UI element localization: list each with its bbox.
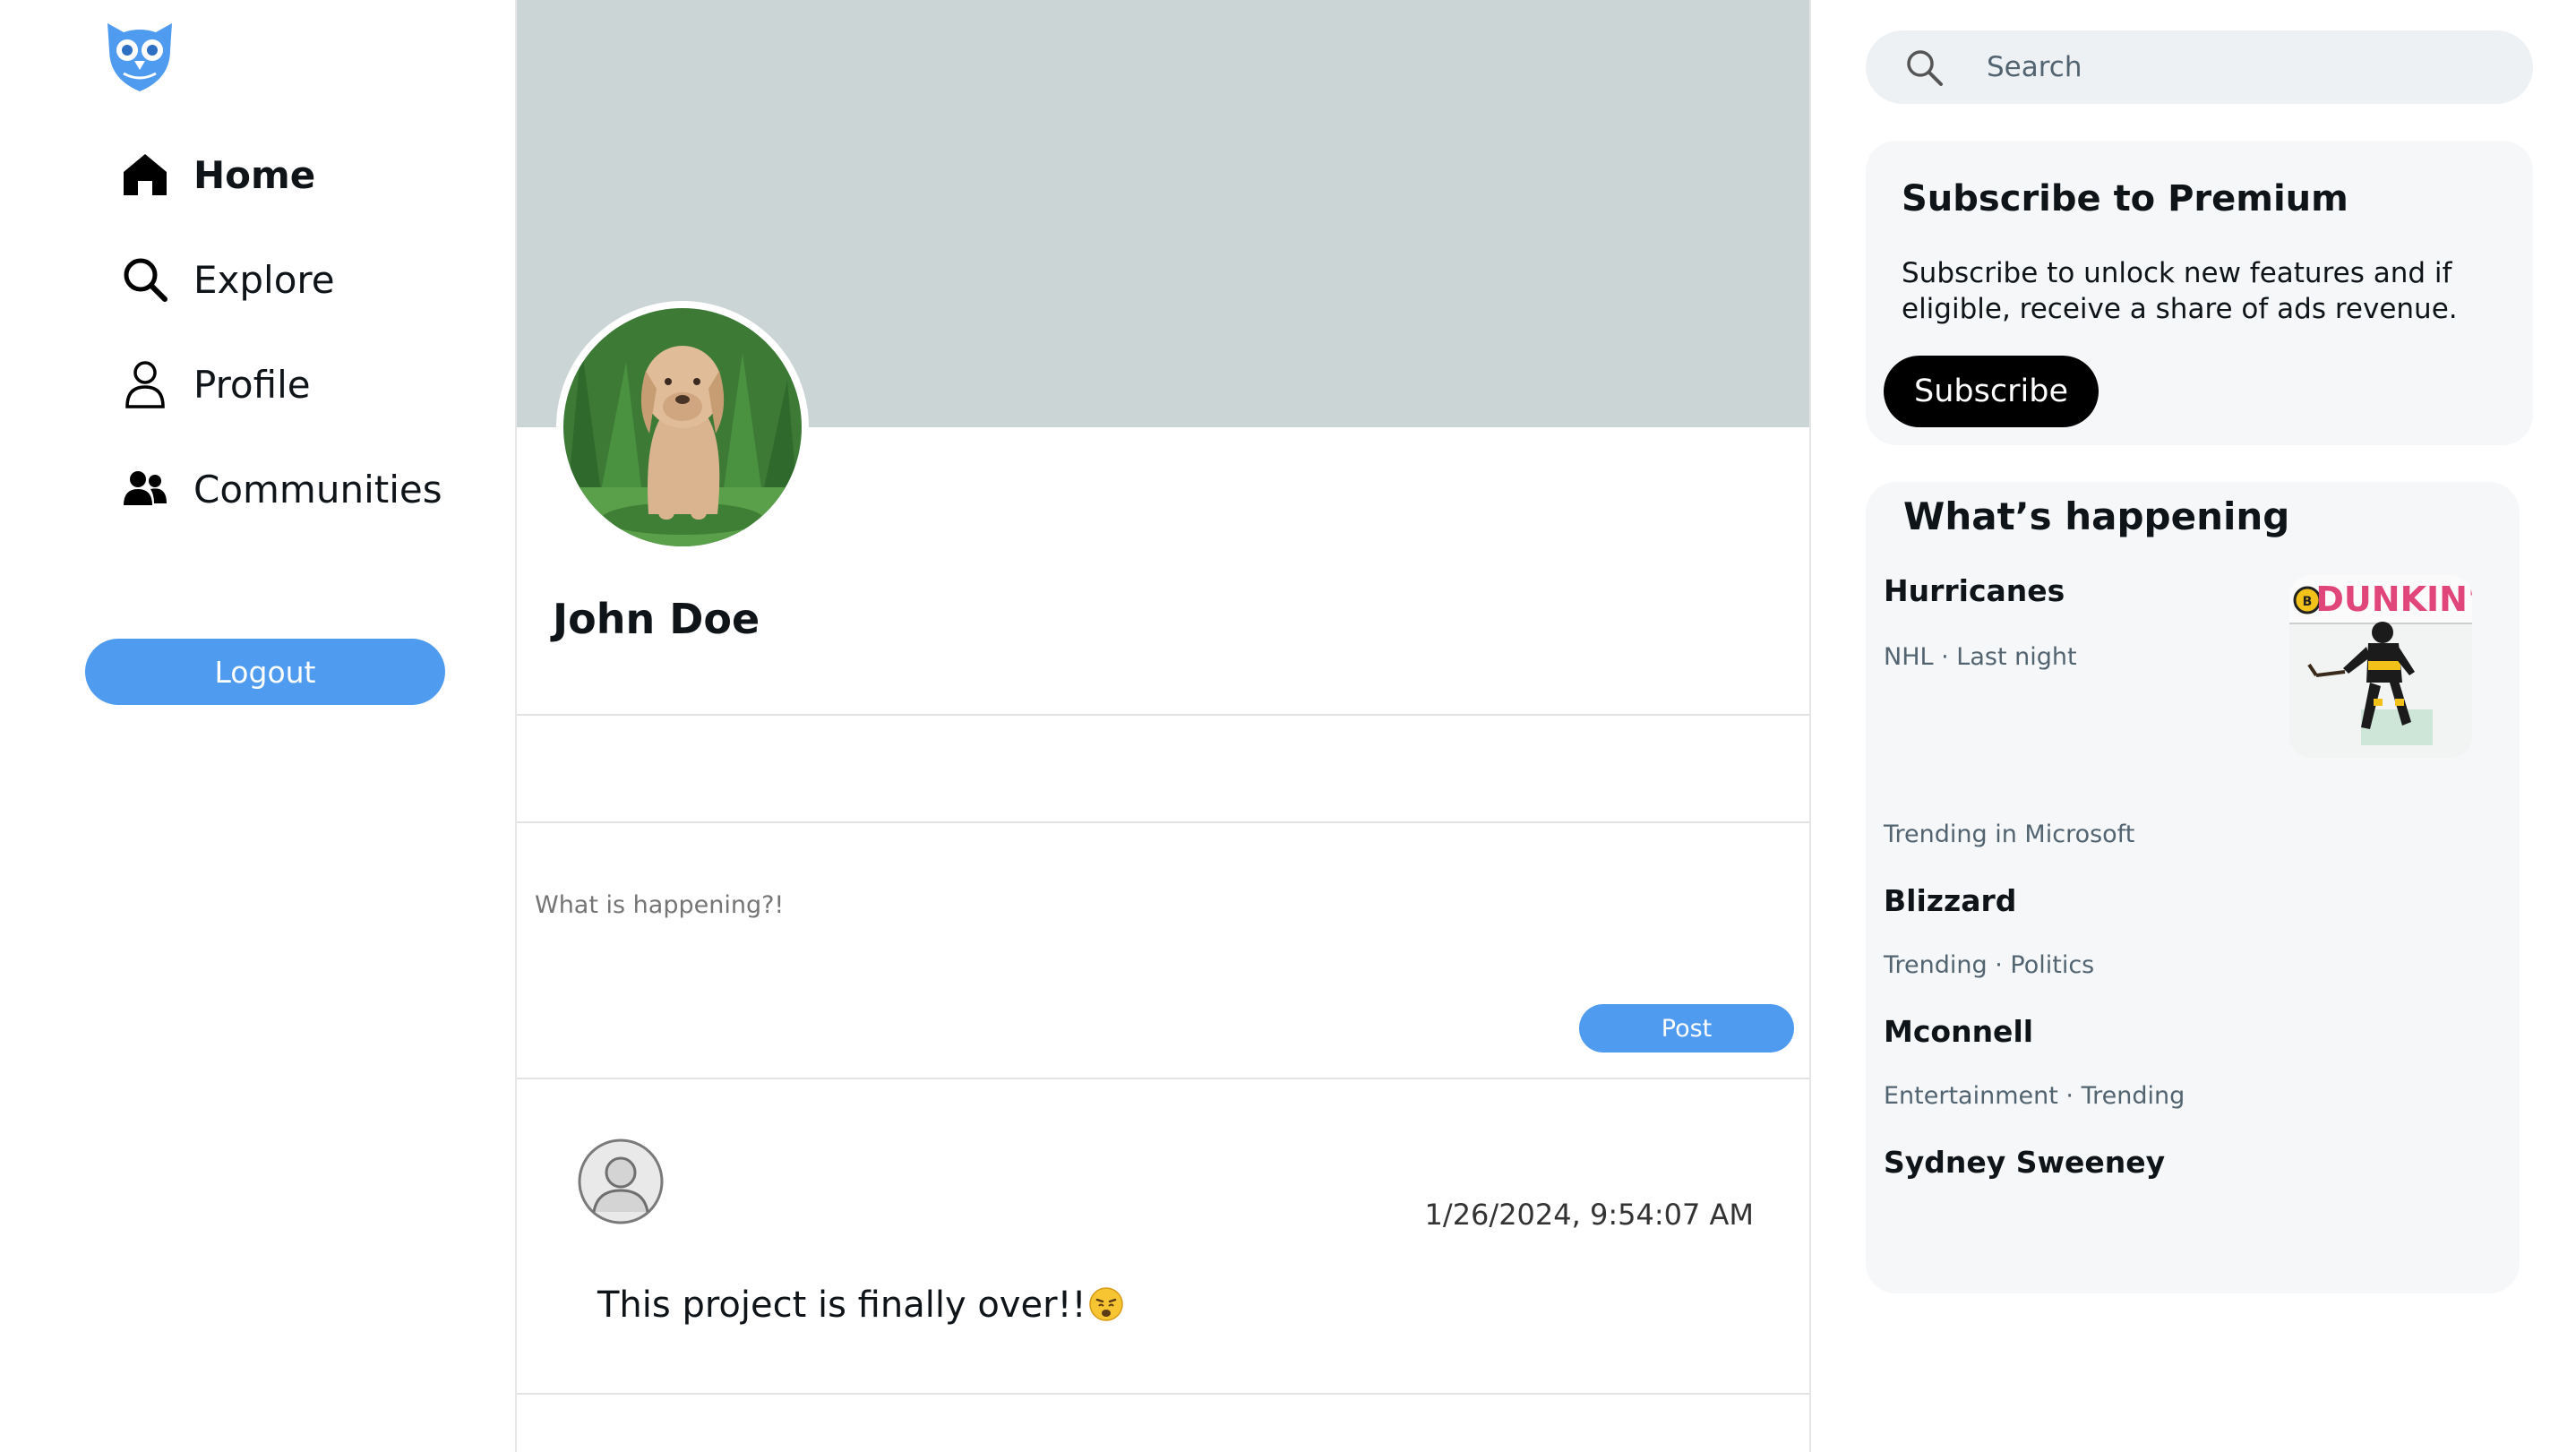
whats-happening-panel: What’s happening Hurricanes NHL · Last n… [1866,482,2520,1293]
post-button[interactable]: Post [1579,1004,1794,1052]
divider [517,1393,1809,1395]
trend-title: Mconnell [1884,1014,2034,1049]
happening-title: What’s happening [1903,494,2290,538]
nav-item-home[interactable]: Home [118,139,315,210]
nav-item-label: Profile [193,362,311,407]
post-text: This project is finally over!! [597,1284,1086,1326]
nav-item-label: Home [193,152,316,197]
weary-face-emoji-icon [1088,1287,1123,1321]
nav-item-label: Communities [193,467,442,511]
divider [517,821,1809,823]
logout-button[interactable]: Logout [85,639,445,705]
search-icon [1907,50,1943,86]
premium-card: Subscribe to Premium Subscribe to unlock… [1866,141,2533,445]
trend-meta: Entertainment · Trending [1884,1082,2185,1110]
subscribe-button[interactable]: Subscribe [1884,356,2099,427]
trend-meta: Trending · Politics [1884,951,2095,979]
nav-item-communities[interactable]: Communities [118,453,442,525]
trend-meta: NHL · Last night [1884,643,2077,671]
people-icon [118,462,172,516]
search-input[interactable] [1987,47,2488,88]
dog-avatar-image [563,308,802,546]
post-text-wrap: This project is finally over!! [597,1284,1124,1326]
divider [517,714,1809,716]
trend-meta: Trending in Microsoft [1884,821,2135,848]
profile-avatar[interactable] [556,301,809,554]
search-icon [118,253,172,306]
post-timestamp: 1/26/2024, 9:54:07 AM [1424,1198,1754,1232]
premium-description: Subscribe to unlock new features and if … [1902,257,2458,325]
nav-item-explore[interactable]: Explore [118,244,335,315]
owl-logo-icon[interactable] [102,20,177,95]
user-icon [118,357,172,411]
home-icon [118,148,172,202]
hockey-player-image[interactable]: B DUNKIN' [2289,575,2472,758]
svg-text:B: B [2303,595,2313,609]
dunkin-sign: DUNKIN' [2315,580,2472,619]
trend-title: Blizzard [1884,883,2017,918]
search-box [1866,30,2533,104]
profile-column: John Doe Post 1/26/2024, 9:54:07 AM This… [515,0,1811,1452]
compose-input[interactable] [535,891,1610,919]
divider [517,1078,1809,1079]
trend-title: Sydney Sweeney [1884,1145,2166,1180]
premium-title: Subscribe to Premium [1902,178,2348,219]
nav-item-label: Explore [193,257,335,302]
profile-name: John Doe [553,595,760,643]
default-avatar-icon[interactable] [578,1138,664,1224]
nav-item-profile[interactable]: Profile [118,348,311,420]
trend-title: Hurricanes [1884,573,2065,608]
